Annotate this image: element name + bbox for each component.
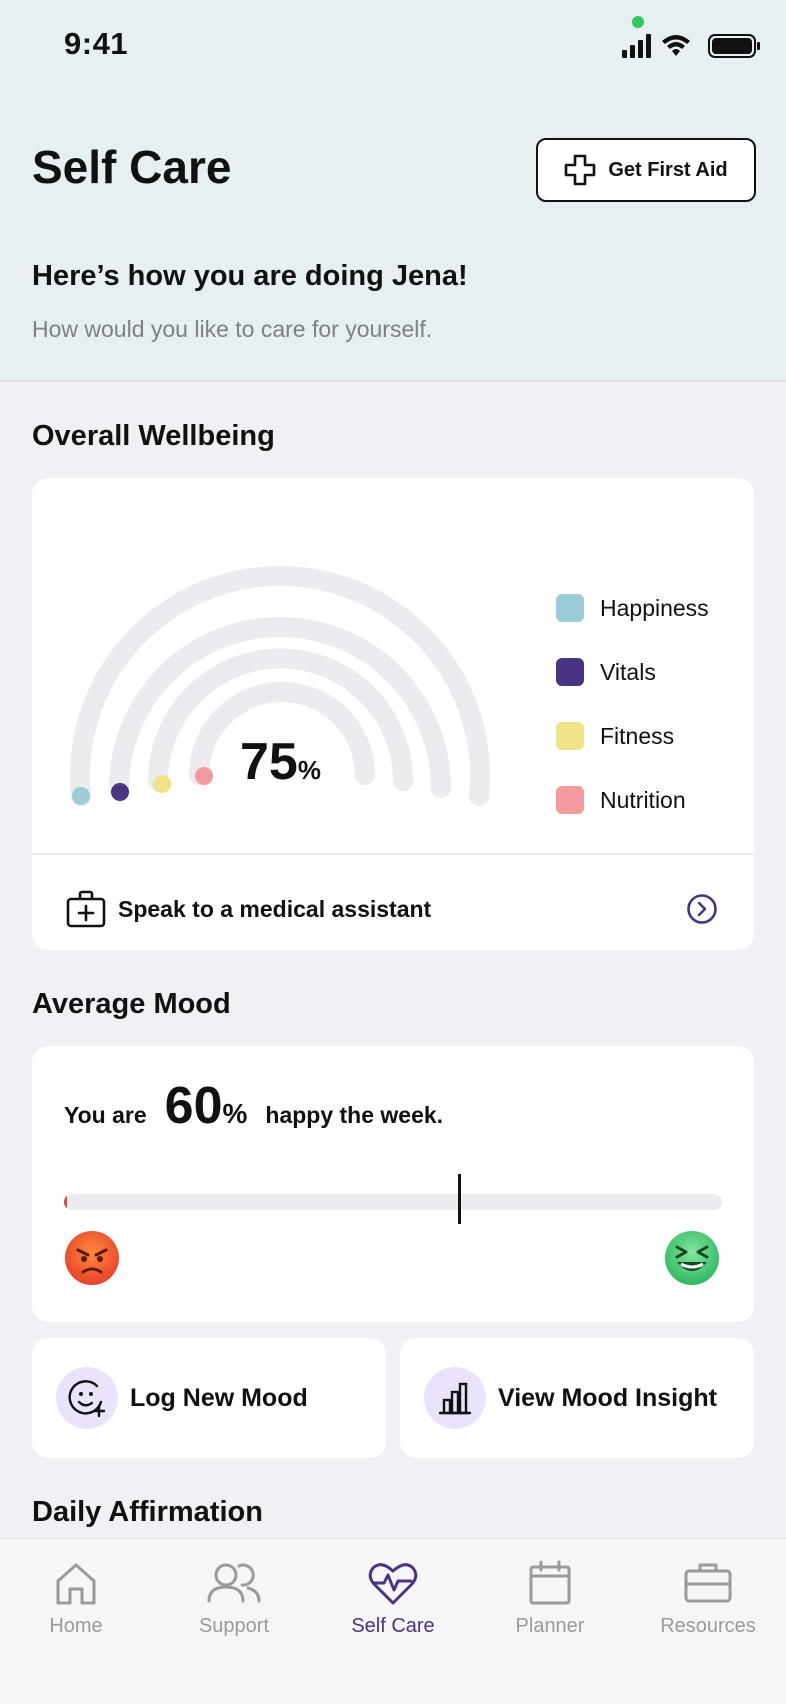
mood-card: You are 60 % happy the week.	[32, 1046, 754, 1322]
fitness-marker	[153, 775, 171, 793]
legend-item-nutrition: Nutrition	[556, 768, 709, 832]
battery-icon	[708, 34, 760, 58]
wellbeing-unit: %	[297, 755, 321, 785]
medical-assistant-link[interactable]: Speak to a medical assistant	[66, 884, 718, 934]
mood-slider-marker	[457, 1174, 461, 1224]
medical-kit-icon	[66, 890, 106, 928]
status-time: 9:41	[64, 26, 129, 61]
legend-swatch-happiness	[556, 594, 584, 622]
heart-pulse-icon	[368, 1563, 418, 1605]
insight-icon-badge	[424, 1367, 486, 1429]
legend-swatch-nutrition	[556, 786, 584, 814]
greeting: Here’s how you are doing Jena!	[32, 260, 468, 292]
legend-swatch-fitness	[556, 722, 584, 750]
mood-unit: %	[222, 1098, 248, 1129]
tab-resources[interactable]: Resources	[633, 1559, 783, 1638]
tab-label: Home	[49, 1615, 103, 1637]
cellular-signal-icon	[622, 34, 651, 58]
tab-planner[interactable]: Planner	[475, 1559, 625, 1638]
status-icons	[622, 34, 760, 58]
mood-slider-track	[64, 1194, 722, 1210]
wellbeing-section-title: Overall Wellbeing	[32, 420, 275, 452]
bar-chart-icon	[438, 1382, 472, 1415]
smiley-add-icon	[68, 1380, 106, 1418]
mood-section-title: Average Mood	[32, 988, 231, 1020]
legend-item-happiness: Happiness	[556, 576, 709, 640]
affirmation-section-title: Daily Affirmation	[32, 1496, 263, 1528]
medical-assistant-label: Speak to a medical assistant	[118, 895, 432, 922]
mood-slider-start	[64, 1194, 67, 1210]
wellbeing-legend: Happiness Vitals Fitness Nutrition	[556, 576, 709, 832]
legend-label: Happiness	[600, 594, 709, 621]
privacy-indicator-dot	[632, 16, 644, 28]
mood-value: 60	[164, 1077, 223, 1135]
tab-bar: Home Support Self Care Planner Resources	[0, 1538, 786, 1704]
log-new-mood-label: Log New Mood	[130, 1383, 308, 1412]
mood-suffix: happy the week.	[265, 1102, 444, 1128]
legend-label: Vitals	[600, 658, 656, 685]
legend-item-vitals: Vitals	[556, 640, 709, 704]
get-first-aid-button[interactable]: Get First Aid	[536, 138, 756, 202]
legend-item-fitness: Fitness	[556, 704, 709, 768]
laughing-face-icon	[665, 1231, 719, 1285]
wifi-icon	[662, 35, 690, 56]
tab-support[interactable]: Support	[159, 1559, 309, 1638]
card-divider	[32, 853, 754, 855]
home-icon	[56, 1563, 96, 1605]
legend-label: Nutrition	[600, 786, 686, 813]
greeting-subtitle: How would you like to care for yourself.	[32, 316, 433, 342]
wellbeing-number: 75	[240, 733, 298, 791]
chevron-right-circle-icon[interactable]	[686, 893, 718, 925]
wellbeing-value: 75%	[240, 732, 321, 792]
nutrition-marker	[195, 767, 213, 785]
tab-self-care[interactable]: Self Care	[318, 1559, 468, 1638]
vitals-marker	[111, 783, 129, 801]
tab-label: Resources	[660, 1615, 756, 1637]
legend-label: Fitness	[600, 722, 675, 749]
people-icon	[207, 1563, 261, 1603]
tab-label: Support	[198, 1615, 270, 1637]
get-first-aid-label: Get First Aid	[608, 158, 728, 181]
log-new-mood-button[interactable]: Log New Mood	[32, 1338, 386, 1458]
calendar-icon	[529, 1560, 571, 1605]
happiness-marker	[72, 787, 90, 805]
mood-prefix: You are	[64, 1102, 147, 1128]
log-mood-icon-badge	[56, 1367, 118, 1429]
mood-summary: You are 60 % happy the week.	[64, 1076, 443, 1136]
wellbeing-card: 75% Happiness Vitals Fitness Nutrition S…	[32, 478, 754, 950]
tab-label: Self Care	[351, 1615, 435, 1637]
plus-cross-icon	[565, 154, 596, 186]
tab-label: Planner	[515, 1615, 585, 1637]
page-title: Self Care	[32, 141, 232, 193]
tab-home[interactable]: Home	[1, 1559, 151, 1638]
briefcase-icon	[684, 1563, 732, 1603]
view-mood-insight-button[interactable]: View Mood Insight	[400, 1338, 754, 1458]
angry-face-icon	[65, 1231, 119, 1285]
legend-swatch-vitals	[556, 658, 584, 686]
view-mood-insight-label: View Mood Insight	[498, 1383, 717, 1412]
